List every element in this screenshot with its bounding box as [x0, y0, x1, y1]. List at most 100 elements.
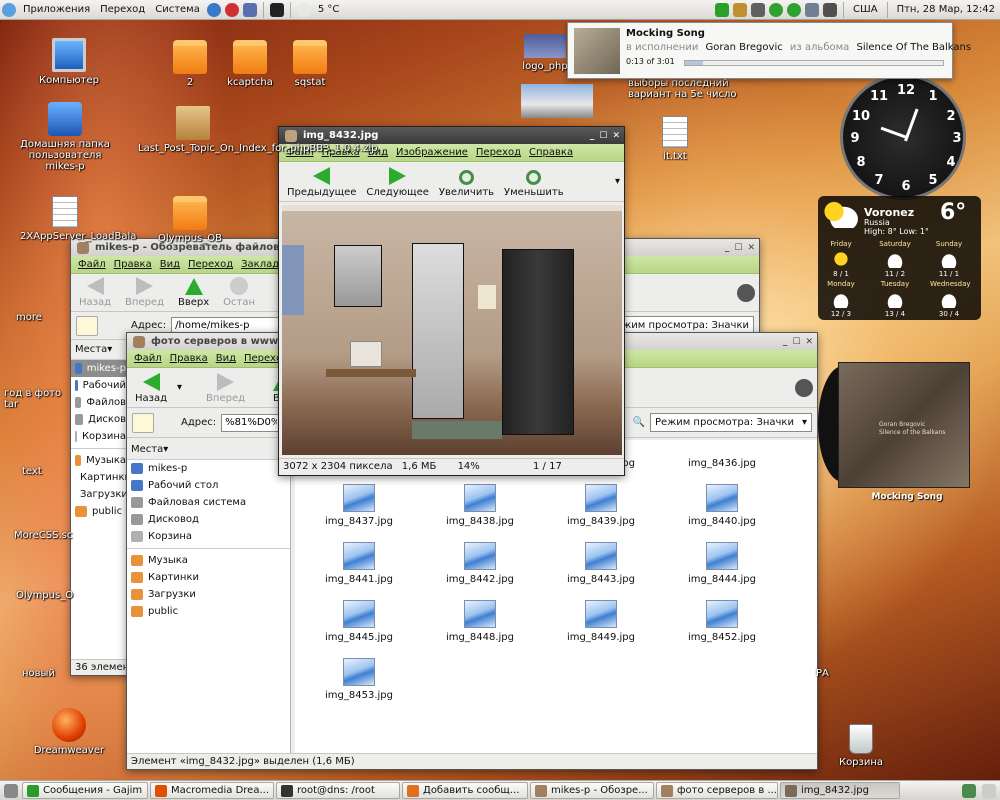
- file-item[interactable]: img_8440.jpg: [672, 484, 772, 527]
- taskbar-button[interactable]: Добавить сообщ...: [402, 782, 528, 799]
- close-button[interactable]: ✕: [612, 131, 620, 141]
- desktop-icon-building-photo[interactable]: [520, 84, 594, 121]
- bookmark-item[interactable]: public: [71, 503, 130, 520]
- menu-applications[interactable]: Приложения: [18, 4, 95, 15]
- menu-go[interactable]: Переход: [184, 259, 237, 270]
- clipboard-icon[interactable]: [805, 2, 820, 17]
- song-progress-bar[interactable]: [684, 60, 944, 66]
- file-item[interactable]: img_8448.jpg: [430, 600, 530, 643]
- maximize-button[interactable]: ☐: [599, 131, 607, 141]
- image-viewer-window[interactable]: img_8432.jpg _ ☐ ✕ Файл Правка Вид Изображ…: [278, 126, 625, 476]
- address-input[interactable]: [221, 413, 282, 432]
- file-item[interactable]: img_8444.jpg: [672, 542, 772, 585]
- previous-image-button[interactable]: Предыдущее: [283, 167, 360, 198]
- bookmark-item[interactable]: Загрузки: [127, 586, 290, 603]
- place-item[interactable]: Корзина: [127, 528, 290, 545]
- places-header[interactable]: Места ▾✕: [127, 440, 290, 460]
- file-item[interactable]: img_8436.jpg: [672, 426, 772, 469]
- places-header[interactable]: Места ▾: [71, 340, 130, 360]
- menu-edit[interactable]: Правка: [110, 259, 156, 270]
- place-item[interactable]: mikes-p: [127, 460, 290, 477]
- taskbar-button[interactable]: фото серверов в ...: [656, 782, 778, 799]
- forward-button[interactable]: Вперед: [121, 277, 168, 308]
- keyboard-layout[interactable]: США: [848, 4, 883, 15]
- stop-button[interactable]: Остан: [219, 277, 259, 308]
- network-icon[interactable]: [751, 2, 766, 17]
- taskbar-button[interactable]: Macromedia Drea...: [150, 782, 274, 799]
- file-item[interactable]: img_8438.jpg: [430, 484, 530, 527]
- menu-places[interactable]: Переход: [95, 4, 150, 15]
- place-item[interactable]: Рабочий стол: [127, 477, 290, 494]
- toolbar-overflow-icon[interactable]: ▾: [615, 176, 620, 187]
- next-image-button[interactable]: Следующее: [362, 167, 433, 198]
- menu-image[interactable]: Изображение: [392, 147, 472, 158]
- desktop-icon-computer[interactable]: Компьютер: [24, 38, 114, 86]
- file-item[interactable]: img_8442.jpg: [430, 542, 530, 585]
- taskbar-button[interactable]: Сообщения - Gajim: [22, 782, 148, 799]
- minimize-button[interactable]: _: [590, 131, 595, 141]
- desktop-icon-it-txt[interactable]: it.txt: [630, 116, 720, 162]
- menu-go[interactable]: Переход: [472, 147, 525, 158]
- desktop-icon-2xappserver[interactable]: 2XAppServer_LoadBala: [20, 196, 136, 242]
- trash-applet-icon[interactable]: [982, 783, 996, 798]
- up-button[interactable]: Вверх: [174, 278, 213, 308]
- taskbar-button[interactable]: mikes-p - Обозре...: [530, 782, 654, 799]
- minimize-button[interactable]: _: [783, 337, 788, 347]
- browser-icon[interactable]: [224, 2, 239, 17]
- file-item[interactable]: img_8437.jpg: [309, 484, 409, 527]
- show-desktop-icon[interactable]: [4, 783, 18, 798]
- file-item[interactable]: img_8441.jpg: [309, 542, 409, 585]
- desktop-icon-sqstat[interactable]: sqstat: [265, 40, 355, 88]
- panel-weather[interactable]: 5 °C: [313, 4, 345, 15]
- terminal-icon[interactable]: [269, 2, 284, 17]
- bookmark-item[interactable]: Картинки: [127, 569, 290, 586]
- file-item[interactable]: img_8445.jpg: [309, 600, 409, 643]
- update-icon[interactable]: [733, 2, 748, 17]
- music-notification[interactable]: Mocking Song в исполнении Goran Bregovic…: [567, 22, 971, 79]
- desktop-icon-olympus[interactable]: Olympus_OB: [145, 196, 235, 244]
- menu-file[interactable]: Файл: [130, 353, 166, 364]
- desktop-icon-home[interactable]: Домашняя папка пользователя mikes-p: [20, 102, 110, 172]
- minimize-button[interactable]: _: [725, 243, 730, 253]
- help-icon[interactable]: [206, 2, 221, 17]
- workspace-switcher-icon[interactable]: [962, 783, 976, 798]
- edit-location-icon[interactable]: [132, 412, 154, 433]
- desktop-icon-zip[interactable]: Last_Post_Topic_On_Index_for_phpBB3_1.0.…: [138, 106, 378, 154]
- server-room-photo[interactable]: [282, 205, 622, 455]
- taskbar-button[interactable]: root@dns: /root: [276, 782, 400, 799]
- maximize-button[interactable]: ☐: [734, 243, 742, 253]
- gajim-tray-icon[interactable]: [715, 2, 730, 17]
- back-history-dropdown[interactable]: ▾: [177, 382, 182, 393]
- mail-icon[interactable]: [242, 2, 257, 17]
- menu-file[interactable]: Файл: [74, 259, 110, 270]
- window-titlebar[interactable]: img_8432.jpg _ ☐ ✕: [279, 127, 624, 144]
- taskbar-button[interactable]: img_8432.jpg: [780, 782, 900, 799]
- menu-view[interactable]: Вид: [156, 259, 184, 270]
- bookmark-item[interactable]: public: [127, 603, 290, 620]
- menu-help[interactable]: Справка: [525, 147, 577, 158]
- bookmark-item[interactable]: Музыка: [127, 552, 290, 569]
- forward-button[interactable]: Вперед: [202, 373, 249, 404]
- browser-tray-icon[interactable]: [942, 784, 956, 798]
- file-item[interactable]: img_8439.jpg: [551, 484, 651, 527]
- close-button[interactable]: ✕: [747, 243, 755, 253]
- close-button[interactable]: ✕: [805, 337, 813, 347]
- menu-edit[interactable]: Правка: [166, 353, 212, 364]
- menu-view[interactable]: Вид: [212, 353, 240, 364]
- file-item[interactable]: img_8449.jpg: [551, 600, 651, 643]
- menu-system[interactable]: Система: [150, 4, 205, 15]
- place-item[interactable]: mikes-p: [71, 360, 130, 377]
- file-item[interactable]: img_8452.jpg: [672, 600, 772, 643]
- place-item[interactable]: Рабочий: [71, 377, 130, 394]
- panel-clock[interactable]: Птн, 28 Мар, 12:42: [892, 4, 1000, 15]
- zoom-out-button[interactable]: Уменьшить: [500, 170, 568, 198]
- edit-location-icon[interactable]: [76, 315, 98, 336]
- place-item[interactable]: Файлов: [71, 394, 130, 411]
- bookmark-item[interactable]: Загрузки: [71, 486, 130, 503]
- desktop-icon-trash[interactable]: Корзина: [816, 724, 906, 768]
- place-item[interactable]: Дисковод: [127, 511, 290, 528]
- file-item[interactable]: img_8443.jpg: [551, 542, 651, 585]
- album-cover-widget[interactable]: Goran Bregovic Silence of the Balkans: [838, 362, 970, 488]
- place-item[interactable]: Файловая система: [127, 494, 290, 511]
- place-item[interactable]: Дисков: [71, 411, 130, 428]
